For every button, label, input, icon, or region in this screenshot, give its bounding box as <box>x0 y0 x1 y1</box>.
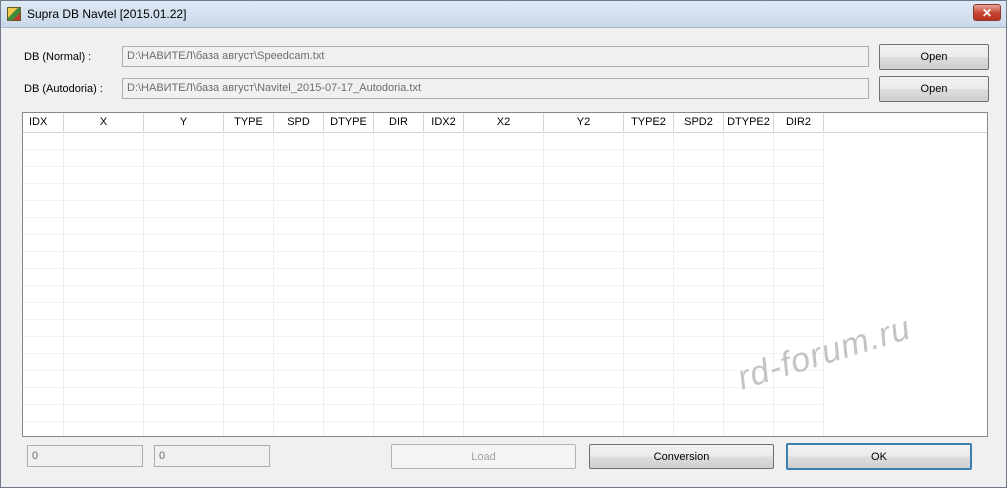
grid-row-line <box>23 234 823 235</box>
column-header-x2[interactable]: X2 <box>464 113 544 132</box>
grid-column-line <box>543 132 544 436</box>
grid-column-line <box>823 132 824 436</box>
grid-column-line <box>323 132 324 436</box>
grid-row-line <box>23 319 823 320</box>
column-header-idx[interactable]: IDX <box>23 113 64 132</box>
column-header-spd[interactable]: SPD <box>274 113 324 132</box>
data-grid[interactable]: IDX X Y TYPE SPD DTYPE DIR IDX2 X2 Y2 TY… <box>22 112 988 437</box>
grid-header: IDX X Y TYPE SPD DTYPE DIR IDX2 X2 Y2 TY… <box>23 113 987 133</box>
grid-column-line <box>773 132 774 436</box>
grid-column-line <box>273 132 274 436</box>
conversion-button[interactable]: Conversion <box>589 444 774 469</box>
grid-row-line <box>23 336 823 337</box>
column-header-dtype[interactable]: DTYPE <box>324 113 374 132</box>
grid-column-line <box>673 132 674 436</box>
db-normal-path-field[interactable]: D:\НАВИТЕЛ\база август\Speedcam.txt <box>122 46 869 67</box>
grid-row-line <box>23 404 823 405</box>
column-header-dir[interactable]: DIR <box>374 113 424 132</box>
grid-column-line <box>63 132 64 436</box>
window-title: Supra DB Navtel [2015.01.22] <box>27 7 187 21</box>
count-field-1: 0 <box>27 445 143 467</box>
db-normal-label: DB (Normal) : <box>24 51 92 63</box>
grid-row-line <box>23 200 823 201</box>
column-header-type2[interactable]: TYPE2 <box>624 113 674 132</box>
main-window: Supra DB Navtel [2015.01.22] ✕ DB (Norma… <box>0 0 1007 488</box>
grid-column-line <box>143 132 144 436</box>
column-header-y2[interactable]: Y2 <box>544 113 624 132</box>
grid-row-line <box>23 353 823 354</box>
grid-column-line <box>723 132 724 436</box>
column-header-idx2[interactable]: IDX2 <box>424 113 464 132</box>
grid-row-line <box>23 217 823 218</box>
column-header-dir2[interactable]: DIR2 <box>774 113 824 132</box>
title-bar[interactable]: Supra DB Navtel [2015.01.22] ✕ <box>1 1 1006 28</box>
column-header-spd2[interactable]: SPD2 <box>674 113 724 132</box>
grid-row-line <box>23 149 823 150</box>
grid-row-line <box>23 370 823 371</box>
grid-row-line <box>23 387 823 388</box>
grid-column-line <box>423 132 424 436</box>
ok-button[interactable]: OK <box>786 443 972 470</box>
count-field-2: 0 <box>154 445 270 467</box>
app-icon <box>7 7 21 21</box>
column-header-x[interactable]: X <box>64 113 144 132</box>
column-header-type[interactable]: TYPE <box>224 113 274 132</box>
column-header-y[interactable]: Y <box>144 113 224 132</box>
close-button[interactable]: ✕ <box>973 4 1001 21</box>
grid-row-line <box>23 183 823 184</box>
grid-row-line <box>23 421 823 422</box>
grid-row-line <box>23 268 823 269</box>
open-autodoria-button[interactable]: Open <box>879 76 989 102</box>
grid-row-line <box>23 302 823 303</box>
db-autodoria-label: DB (Autodoria) : <box>24 83 103 95</box>
grid-column-line <box>373 132 374 436</box>
column-header-dtype2[interactable]: DTYPE2 <box>724 113 774 132</box>
open-normal-button[interactable]: Open <box>879 44 989 70</box>
grid-row-line <box>23 251 823 252</box>
grid-column-line <box>223 132 224 436</box>
load-button[interactable]: Load <box>391 444 576 469</box>
grid-column-line <box>463 132 464 436</box>
grid-row-line <box>23 285 823 286</box>
grid-column-line <box>623 132 624 436</box>
db-autodoria-path-field[interactable]: D:\НАВИТЕЛ\база август\Navitel_2015-07-1… <box>122 78 869 99</box>
grid-row-line <box>23 166 823 167</box>
